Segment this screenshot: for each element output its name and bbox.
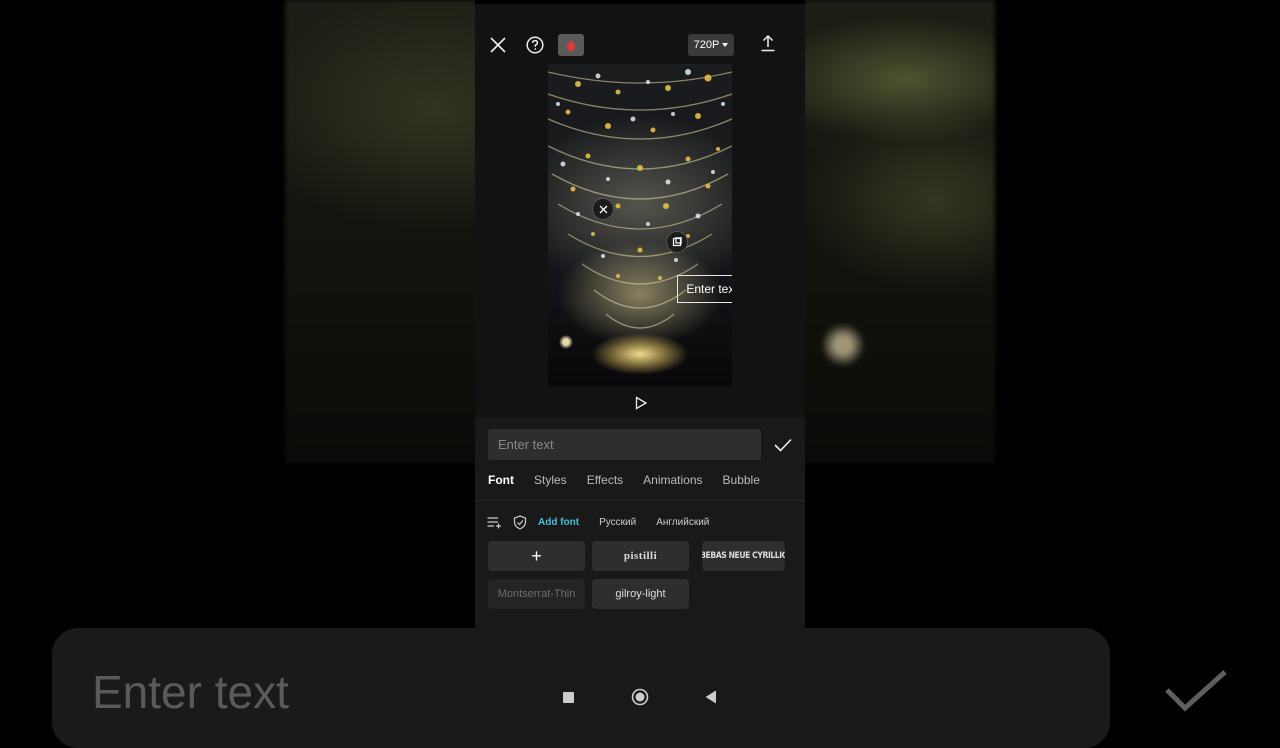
tabs-divider — [475, 500, 805, 501]
phone-screen: 720P Enter tex Enter text Font Styles Ef… — [475, 0, 805, 720]
font-name: gilroy-light — [615, 588, 666, 600]
recents-icon[interactable] — [561, 690, 575, 704]
tab-effects[interactable]: Effects — [587, 473, 623, 489]
light-garlands-image — [548, 69, 732, 329]
font-shield-icon[interactable] — [512, 514, 528, 530]
text-overlay-label: Enter text — [686, 282, 732, 296]
tab-animations[interactable]: Animations — [643, 473, 702, 489]
font-name: Montserrat-Thin — [497, 588, 576, 600]
add-font-link[interactable]: Add font — [538, 517, 579, 528]
russian-fonts-link[interactable]: Русский — [599, 517, 636, 528]
help-icon[interactable] — [525, 35, 545, 55]
play-icon[interactable] — [633, 395, 649, 411]
close-icon[interactable] — [487, 34, 509, 56]
check-icon[interactable] — [773, 436, 793, 454]
font-name: BEBAS NEUE CYRILLIC — [702, 551, 785, 561]
back-icon[interactable] — [704, 690, 718, 704]
add-font-tile[interactable]: + — [488, 541, 585, 571]
overlay-delete-icon[interactable] — [592, 198, 614, 220]
home-icon[interactable] — [631, 688, 649, 706]
font-tile-gilroy-light[interactable]: gilroy-light — [592, 579, 689, 609]
background-check-icon — [1165, 670, 1227, 712]
status-strip — [475, 0, 805, 4]
text-editor-panel: Font Styles Effects Animations Bubble Ad… — [475, 418, 805, 720]
chevron-down-icon — [722, 43, 729, 47]
text-input[interactable] — [488, 429, 761, 460]
font-subtoolbar: Add font Русский Английский — [486, 513, 729, 531]
export-upload-icon[interactable] — [759, 33, 777, 53]
overlay-scale-icon[interactable] — [666, 231, 688, 253]
tab-font[interactable]: Font — [488, 473, 514, 489]
tab-styles[interactable]: Styles — [534, 473, 567, 489]
font-tile-pistilli[interactable]: pistilli — [592, 541, 689, 571]
system-nav-bar — [475, 680, 805, 720]
resolution-dropdown[interactable]: 720P — [688, 34, 734, 56]
font-tile-montserrat-thin[interactable]: Montserrat-Thin — [488, 579, 585, 609]
resolution-label: 720P — [693, 39, 720, 51]
plus-icon: + — [531, 545, 542, 566]
style-tabs: Font Styles Effects Animations Bubble — [488, 473, 760, 489]
video-preview[interactable]: Enter text — [548, 64, 732, 386]
background-enter-text: Enter text — [92, 666, 289, 718]
tab-bubble[interactable]: Bubble — [723, 473, 760, 489]
font-tile-bebas[interactable]: BEBAS NEUE CYRILLIC — [702, 541, 785, 571]
text-overlay-box[interactable]: Enter text — [677, 275, 732, 303]
font-name: pistilli — [623, 550, 658, 562]
pro-flame-icon[interactable] — [558, 34, 584, 56]
english-fonts-link[interactable]: Английский — [656, 517, 709, 528]
font-list-icon[interactable] — [486, 514, 502, 530]
